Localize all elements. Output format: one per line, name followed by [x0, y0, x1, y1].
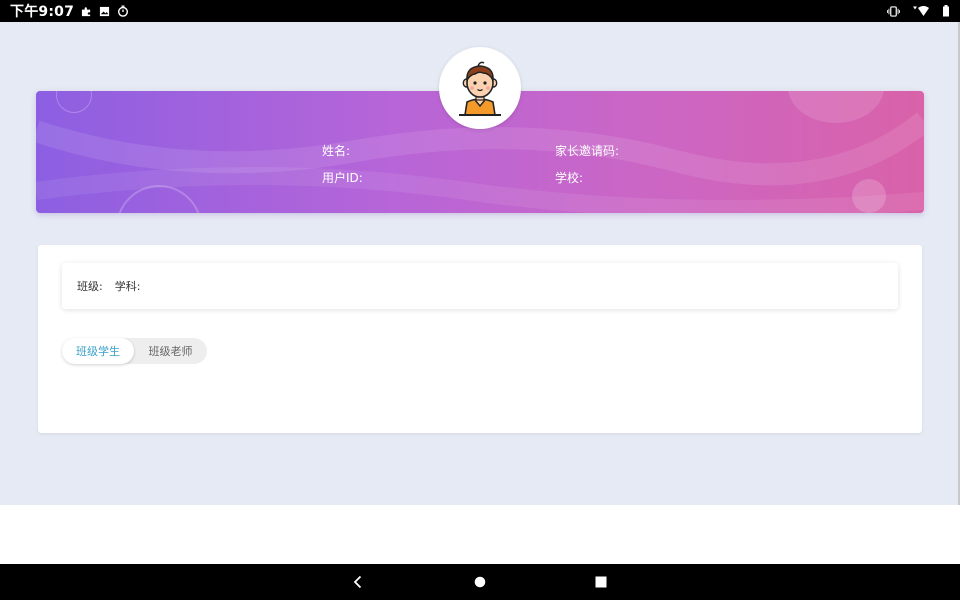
wifi-icon [912, 5, 930, 17]
back-button[interactable] [338, 564, 378, 600]
avatar-boy-icon [459, 61, 501, 116]
status-time: 下午9:07 [10, 4, 75, 20]
class-content-card: 班级: 学科: 班级学生 班级老师 [38, 245, 922, 433]
class-info-box: 班级: 学科: [62, 263, 898, 309]
parent-invite-code-label: 家长邀请码: [555, 144, 620, 158]
recents-icon [595, 576, 607, 588]
image-icon [99, 6, 110, 17]
navigation-bar [0, 564, 960, 600]
bottom-blank-area [0, 505, 960, 564]
name-label: 姓名: [322, 144, 351, 158]
recents-button[interactable] [581, 564, 621, 600]
member-tabs: 班级学生 班级老师 [62, 338, 207, 364]
battery-icon [942, 5, 950, 17]
tab-class-teachers[interactable]: 班级老师 [134, 338, 207, 364]
status-left: 下午9:07 [10, 1, 129, 21]
timer-icon [117, 5, 129, 17]
back-icon [353, 575, 362, 589]
status-bar: 下午9:07 [0, 0, 960, 22]
user-id-label: 用户ID: [322, 171, 363, 185]
puzzle-icon [81, 6, 92, 17]
tab-class-students[interactable]: 班级学生 [62, 338, 134, 364]
school-label: 学校: [555, 171, 584, 185]
status-right [887, 5, 950, 17]
home-button[interactable] [460, 564, 500, 600]
avatar[interactable] [439, 47, 521, 129]
subject-label: 学科: [114, 280, 141, 293]
class-label: 班级: [77, 280, 103, 293]
vibrate-icon [887, 5, 900, 17]
home-icon [474, 576, 486, 588]
